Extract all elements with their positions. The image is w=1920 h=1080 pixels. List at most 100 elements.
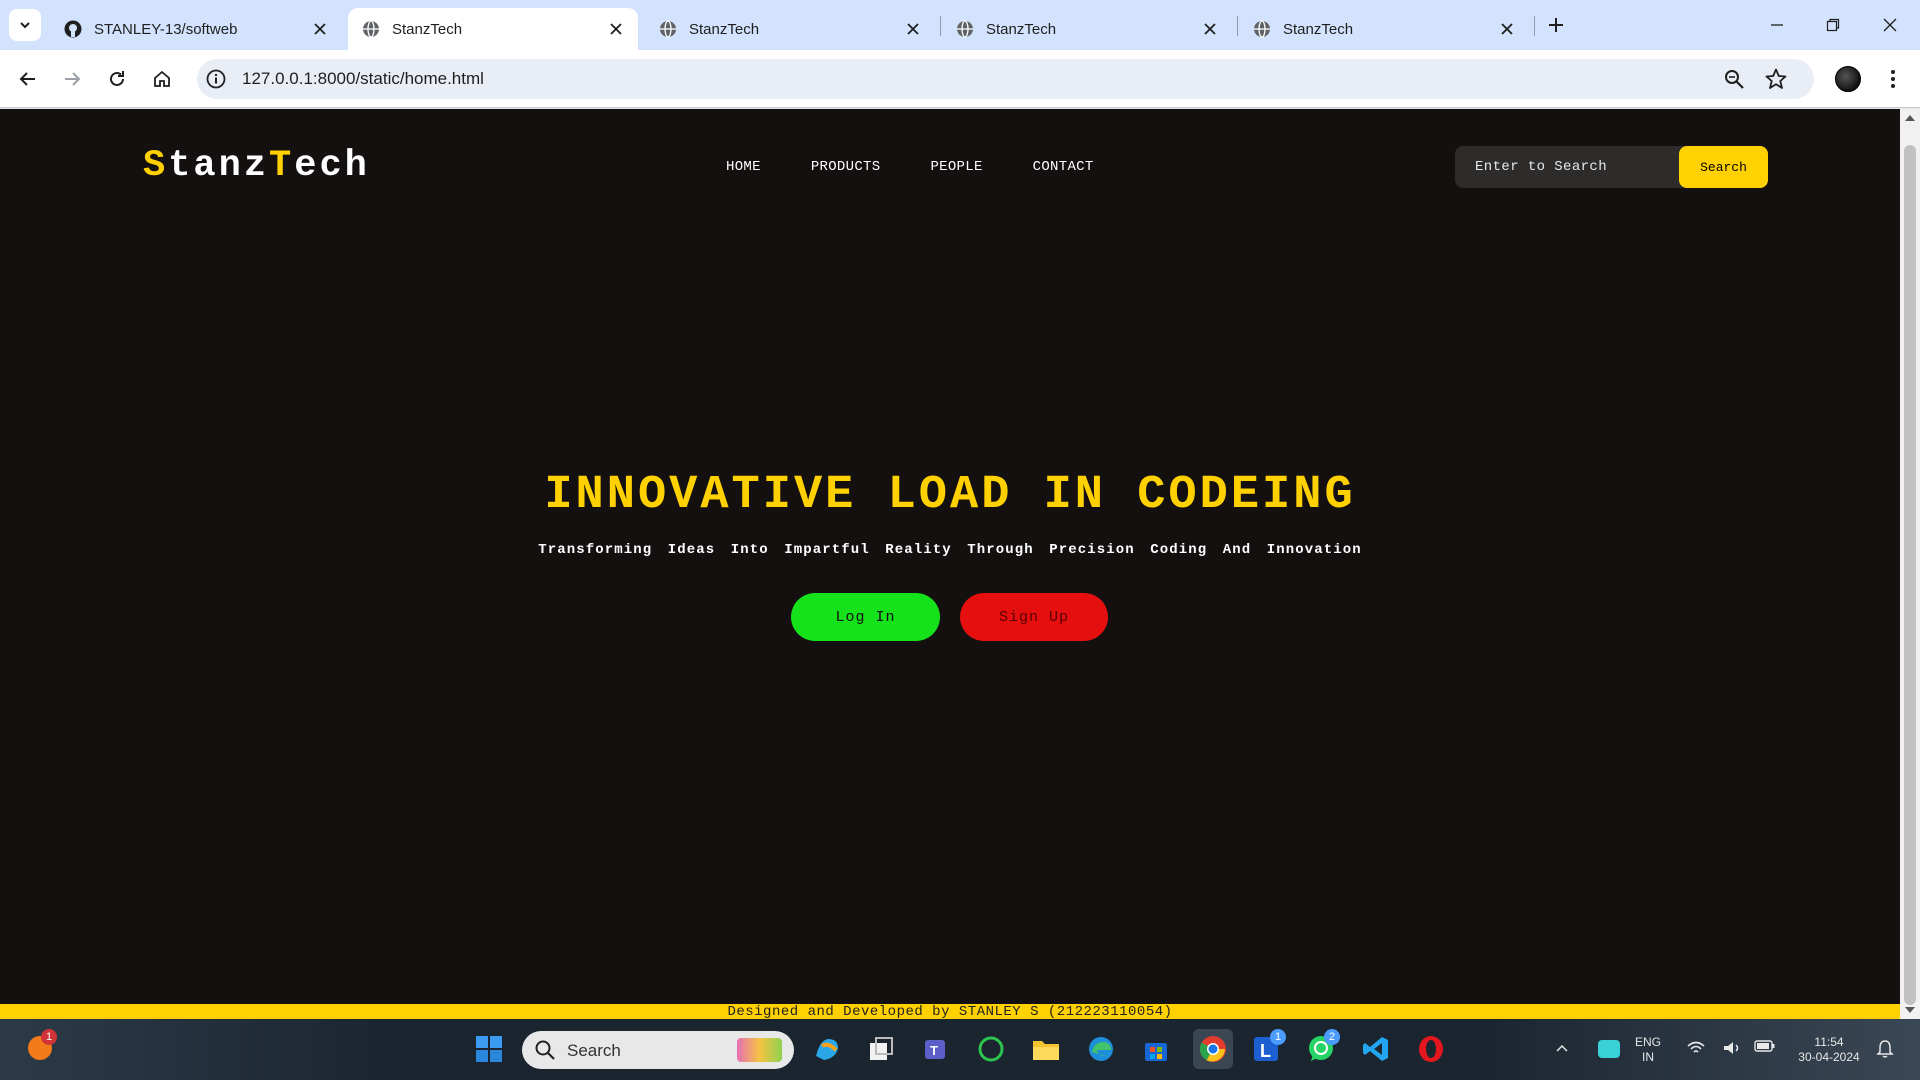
- url-text[interactable]: 127.0.0.1:8000/static/home.html: [242, 69, 484, 89]
- zoom-icon[interactable]: [1723, 68, 1745, 90]
- plus-icon: [1549, 18, 1563, 32]
- reload-button[interactable]: [102, 64, 132, 94]
- taskbar-search-label: Search: [567, 1041, 621, 1060]
- svg-text:L: L: [1260, 1041, 1271, 1061]
- back-button[interactable]: [13, 64, 43, 94]
- battery-icon[interactable]: [1754, 1039, 1776, 1053]
- teams-icon[interactable]: T: [920, 1033, 952, 1065]
- opera-glyph-icon: [1419, 1036, 1443, 1062]
- nav-link-people[interactable]: PEOPLE: [930, 159, 982, 175]
- system-clock[interactable]: 11:54 30-04-2024: [1784, 1035, 1874, 1065]
- reload-icon: [110, 71, 124, 86]
- chrome-glyph-icon: [1199, 1036, 1226, 1062]
- arrow-right-icon: [65, 72, 81, 86]
- task-view-icon[interactable]: [865, 1033, 897, 1065]
- browser-tab-stanztech[interactable]: StanzTech: [942, 8, 1232, 50]
- login-button[interactable]: Log In: [791, 593, 940, 641]
- close-icon[interactable]: [608, 21, 624, 37]
- nav-link-contact[interactable]: CONTACT: [1033, 159, 1094, 175]
- wifi-icon[interactable]: [1686, 1039, 1706, 1057]
- globe-icon: [957, 20, 973, 38]
- whatsapp-badge: 2: [1324, 1029, 1340, 1045]
- tab-title: StanzTech: [689, 20, 760, 38]
- minimize-icon: [1771, 24, 1783, 26]
- close-icon[interactable]: [905, 21, 921, 37]
- language-indicator[interactable]: ENG IN: [1630, 1035, 1666, 1065]
- browser-tab-strip: STANLEY-13/softweb StanzTech StanzTech S…: [0, 0, 1920, 50]
- browser-tab-github[interactable]: STANLEY-13/softweb: [50, 8, 342, 50]
- hero-title: INNOVATIVE LOAD IN CODEING: [544, 469, 1356, 522]
- edge-glyph-icon: [1089, 1037, 1113, 1061]
- site-logo[interactable]: StanzTech: [143, 145, 370, 187]
- folder-icon: [1033, 1041, 1059, 1060]
- nav-link-products[interactable]: PRODUCTS: [811, 159, 881, 175]
- file-explorer-icon[interactable]: [1030, 1033, 1062, 1065]
- clock-time: 11:54: [1814, 1035, 1844, 1049]
- weather-badge: 1: [41, 1029, 57, 1045]
- forward-button[interactable]: [57, 64, 87, 94]
- tab-title: STANLEY-13/softweb: [94, 20, 238, 38]
- profile-avatar[interactable]: [1835, 66, 1861, 92]
- close-icon[interactable]: [312, 21, 328, 37]
- home-icon: [154, 70, 170, 87]
- nav-link-home[interactable]: HOME: [726, 159, 761, 175]
- page-scrollbar[interactable]: [1900, 109, 1920, 1019]
- globe-icon: [660, 20, 676, 38]
- tab-separator: [1237, 16, 1238, 36]
- scroll-up-arrow[interactable]: [1905, 115, 1915, 121]
- restore-button[interactable]: [1818, 10, 1848, 40]
- tab-separator: [1534, 16, 1535, 36]
- tab-search-button[interactable]: [9, 9, 41, 41]
- wallpaper-strip-left: [0, 1019, 400, 1080]
- vscode-icon[interactable]: [1360, 1033, 1392, 1065]
- page-viewport: StanzTech HOME PRODUCTS PEOPLE CONTACT E…: [0, 109, 1900, 1019]
- tab-title: StanzTech: [1283, 20, 1354, 38]
- minimize-button[interactable]: [1762, 10, 1792, 40]
- browser-toolbar: 127.0.0.1:8000/static/home.html: [0, 50, 1920, 108]
- copilot-icon[interactable]: [811, 1033, 843, 1065]
- scrollbar-thumb[interactable]: [1904, 145, 1916, 1005]
- browser-tab-stanztech-active[interactable]: StanzTech: [348, 8, 638, 50]
- site-search: Enter to Search Search: [1455, 146, 1768, 188]
- github-icon: [64, 20, 82, 38]
- site-info-icon[interactable]: [205, 68, 227, 90]
- new-tab-button[interactable]: [1543, 12, 1569, 38]
- search-icon: [535, 1040, 555, 1060]
- windows-logo-icon: [476, 1036, 502, 1062]
- search-input[interactable]: Enter to Search: [1475, 159, 1607, 175]
- volume-icon[interactable]: [1722, 1039, 1742, 1057]
- more-vertical-icon: [1891, 70, 1895, 88]
- store-bag-icon: [1145, 1043, 1167, 1061]
- address-bar[interactable]: 127.0.0.1:8000/static/home.html: [197, 59, 1814, 99]
- site-footer: Designed and Developed by STANLEY S (212…: [0, 1004, 1900, 1019]
- chevron-down-icon: [20, 22, 30, 29]
- windows-start-icon[interactable]: [473, 1033, 505, 1065]
- notification-bell-icon[interactable]: [1876, 1039, 1894, 1059]
- globe-icon: [1254, 20, 1270, 38]
- signup-button[interactable]: Sign Up: [960, 593, 1108, 641]
- search-button[interactable]: Search: [1679, 146, 1768, 188]
- teams-glyph-icon: T: [925, 1040, 945, 1059]
- logo-letter-t: T: [269, 145, 295, 187]
- tab-separator: [940, 16, 941, 36]
- home-button[interactable]: [147, 64, 177, 94]
- microsoft-store-icon[interactable]: [1140, 1033, 1172, 1065]
- scroll-down-arrow[interactable]: [1905, 1007, 1915, 1013]
- tray-app-icon[interactable]: [1598, 1040, 1620, 1058]
- opera-icon[interactable]: [1415, 1033, 1447, 1065]
- chrome-icon[interactable]: [1193, 1029, 1233, 1069]
- browser-menu-button[interactable]: [1883, 66, 1903, 92]
- close-icon[interactable]: [1499, 21, 1515, 37]
- bookmark-star-icon[interactable]: [1764, 67, 1788, 91]
- taskbar-search[interactable]: Search: [522, 1031, 794, 1069]
- close-icon[interactable]: [1202, 21, 1218, 37]
- browser-tab-stanztech[interactable]: StanzTech: [645, 8, 935, 50]
- close-window-button[interactable]: [1875, 10, 1905, 40]
- site-navigation: HOME PRODUCTS PEOPLE CONTACT: [726, 159, 1144, 175]
- logo-text-tanz: tanz: [168, 145, 270, 187]
- edge-icon[interactable]: [1085, 1033, 1117, 1065]
- browser-tab-stanztech[interactable]: StanzTech: [1239, 8, 1529, 50]
- circle-app-icon[interactable]: [975, 1033, 1007, 1065]
- tray-chevron-up-icon[interactable]: [1555, 1043, 1569, 1053]
- arrow-left-icon: [19, 72, 35, 86]
